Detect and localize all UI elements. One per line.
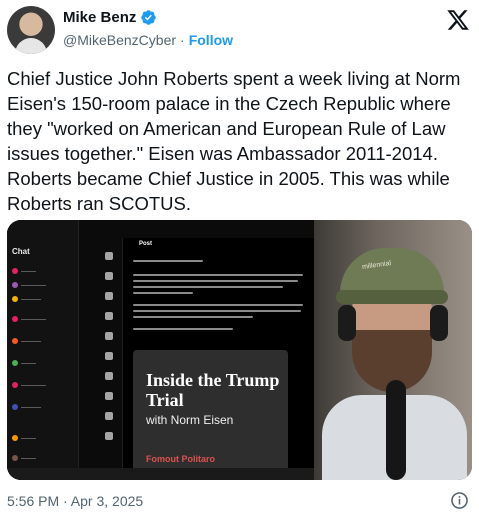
nav-icon[interactable] (105, 272, 113, 280)
tweet-header: Mike Benz @MikeBenzCyber · Follow (0, 0, 479, 64)
chat-line: ———— (12, 296, 41, 302)
nav-icon[interactable] (105, 252, 113, 260)
verified-badge-icon (141, 10, 157, 25)
chat-line: ——— (12, 360, 36, 366)
microphone (386, 380, 406, 480)
chat-panel: Chat ——— ————— ———— ————— ———— ——— —————… (7, 220, 79, 480)
tweet-video[interactable]: Chat ——— ————— ———— ————— ———— ——— —————… (7, 220, 472, 480)
headphone-left (338, 305, 356, 341)
nav-icon[interactable] (105, 332, 113, 340)
cap-brim (336, 290, 448, 304)
chat-line: ————— (12, 316, 46, 322)
info-icon[interactable] (450, 491, 469, 510)
tweet-text: Chief Justice John Roberts spent a week … (7, 68, 461, 214)
chat-line: ————— (12, 282, 46, 288)
avatar-shirt (15, 38, 47, 54)
nav-icon[interactable] (105, 372, 113, 380)
book-footer: Fomout Politaro (146, 454, 215, 464)
screen-recording: Chat ——— ————— ———— ————— ———— ——— —————… (7, 220, 314, 480)
nav-icon[interactable] (105, 432, 113, 440)
headphone-right (430, 305, 448, 341)
x-logo-icon[interactable] (446, 8, 470, 32)
post-label: Post (139, 241, 153, 247)
book-title: Inside the Trump Trial (146, 370, 280, 410)
chat-line: ——— (12, 455, 36, 461)
nav-icon[interactable] (105, 392, 113, 400)
chat-line: ———— (12, 338, 41, 344)
nav-icon[interactable] (105, 352, 113, 360)
nav-icon[interactable] (105, 412, 113, 420)
x-side-nav (105, 220, 117, 480)
post-area: Post Inside the Trump Trial with Norm Ei… (122, 238, 314, 480)
chat-title: Chat (12, 247, 30, 256)
chat-line: ——— (12, 268, 36, 274)
book-cover: Inside the Trump Trial with Norm Eisen F… (133, 350, 288, 472)
separator-dot: · (180, 32, 185, 48)
follow-button[interactable]: Follow (189, 32, 233, 48)
author-name[interactable]: Mike Benz (63, 9, 136, 26)
taskbar (7, 468, 314, 480)
name-row: Mike Benz (63, 9, 157, 26)
book-subtitle: with Norm Eisen (146, 413, 234, 427)
author-handle[interactable]: @MikeBenzCyber (63, 32, 176, 48)
avatar[interactable] (7, 6, 55, 54)
tweet-timestamp[interactable]: 5:56 PM · Apr 3, 2025 (7, 493, 143, 509)
nav-icon[interactable] (105, 312, 113, 320)
chat-line: ————— (12, 382, 46, 388)
chat-line: ——— (12, 435, 36, 441)
handle-row: @MikeBenzCyber · Follow (63, 32, 233, 48)
nav-icon[interactable] (105, 292, 113, 300)
webcam-feed: millennial (314, 220, 472, 480)
chat-line: ———— (12, 404, 41, 410)
